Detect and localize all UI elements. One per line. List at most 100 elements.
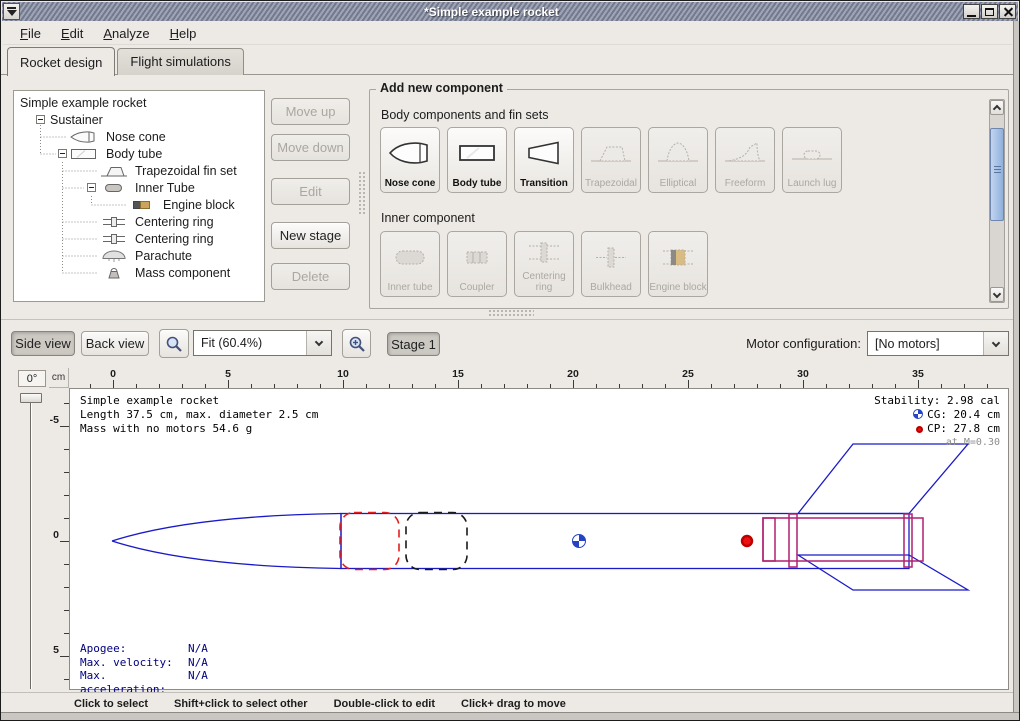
chevron-up-icon xyxy=(993,105,1001,113)
minimize-button[interactable] xyxy=(963,4,980,19)
tree-item-trapezoidal-fin-set[interactable]: Trapezoidal fin set xyxy=(14,163,264,179)
tab-bar: Rocket designFlight simulations xyxy=(7,46,246,75)
menu-edit[interactable]: Edit xyxy=(52,24,92,43)
tree-item-parachute[interactable]: Parachute xyxy=(14,248,264,264)
motor-configuration-label: Motor configuration: xyxy=(701,336,861,351)
component-tree: Simple example rocketSustainer Nose cone B… xyxy=(13,90,265,302)
component-button-label: Inner tube xyxy=(387,282,432,293)
window-frame-bottom xyxy=(1,712,1019,720)
component-button-label: Centering ring xyxy=(515,271,573,293)
component-scrollbar[interactable] xyxy=(989,99,1005,303)
maximize-button[interactable] xyxy=(981,4,998,19)
rotation-indicator: 0° xyxy=(18,370,46,387)
transition-icon xyxy=(521,128,567,178)
tab-flight-simulations[interactable]: Flight simulations xyxy=(117,48,243,75)
add-launch-lug-button[interactable]: Launch lug xyxy=(782,127,842,193)
window-frame-right xyxy=(1013,21,1019,720)
move-up-button[interactable]: Move up xyxy=(271,98,350,125)
back-view-button[interactable]: Back view xyxy=(81,331,149,356)
mach-condition: at M=0.30 xyxy=(874,436,1000,450)
move-down-button[interactable]: Move down xyxy=(271,134,350,161)
rocket-canvas[interactable]: Simple example rocket Length 37.5 cm, ma… xyxy=(69,388,1009,690)
tree-item-engine-block[interactable]: Engine block xyxy=(14,197,264,213)
tree-item-mass-component[interactable]: Mass component xyxy=(14,265,264,281)
add-trapezoidal-button[interactable]: Trapezoidal xyxy=(581,127,641,193)
splitter-grip xyxy=(488,309,534,316)
ruler-unit-label: cm xyxy=(49,368,69,388)
tree-item-label: Trapezoidal fin set xyxy=(135,164,237,178)
add-component-title: Add new component xyxy=(376,81,507,95)
edit-button[interactable]: Edit xyxy=(271,178,350,205)
scroll-down-button[interactable] xyxy=(990,287,1004,302)
add-nose-cone-button[interactable]: Nose cone xyxy=(380,127,440,193)
tree-expander[interactable] xyxy=(36,115,45,124)
tab-rocket-design[interactable]: Rocket design xyxy=(7,47,115,76)
add-engine-block-button[interactable]: Engine block xyxy=(648,231,708,297)
motor-mount-outlines xyxy=(763,514,923,567)
titlebar: *Simple example rocket xyxy=(2,2,1018,21)
parachute-icon xyxy=(100,249,128,266)
menu-file[interactable]: File xyxy=(11,24,50,43)
side-view-button[interactable]: Side view xyxy=(11,331,75,356)
menu-analyze[interactable]: Analyze xyxy=(94,24,158,43)
add-transition-button[interactable]: Transition xyxy=(514,127,574,193)
scrollbar-thumb[interactable] xyxy=(990,128,1004,221)
tree-item-nose-cone[interactable]: Nose cone xyxy=(14,129,264,145)
design-panel: Simple example rocketSustainer Nose cone B… xyxy=(1,74,1020,319)
minimize-icon xyxy=(967,15,976,17)
tree-item-inner-tube[interactable]: Inner Tube xyxy=(14,180,264,196)
rotation-slider-handle[interactable] xyxy=(20,393,42,403)
motor-configuration-select[interactable]: [No motors] xyxy=(867,331,1009,356)
tree-item-centering-ring[interactable]: Centering ring xyxy=(14,231,264,247)
stage-1-toggle[interactable]: Stage 1 xyxy=(387,332,440,356)
component-button-label: Freeform xyxy=(725,178,766,189)
tree-expander[interactable] xyxy=(58,149,67,158)
cg-icon xyxy=(913,409,923,419)
tree-item-label: Centering ring xyxy=(135,215,214,229)
add-freeform-button[interactable]: Freeform xyxy=(715,127,775,193)
add-body-tube-button[interactable]: Body tube xyxy=(447,127,507,193)
zoom-out-button[interactable] xyxy=(159,329,189,358)
scroll-up-button[interactable] xyxy=(990,100,1004,115)
new-stage-button[interactable]: New stage xyxy=(271,222,350,249)
status-hint: Shift+click to select other xyxy=(174,698,308,710)
zoom-in-button[interactable] xyxy=(342,329,371,358)
flight-data-readout: Apogee:N/AMax. velocity:N/AMax. accelera… xyxy=(80,642,208,696)
vertical-splitter-grip[interactable] xyxy=(358,171,365,215)
body-tube-icon xyxy=(70,147,98,164)
panel-splitter[interactable] xyxy=(1,306,1020,319)
add-coupler-button[interactable]: Coupler xyxy=(447,231,507,297)
cg-marker xyxy=(573,535,586,548)
vertical-ruler: -505 xyxy=(49,388,69,690)
maximize-icon xyxy=(985,8,994,16)
tree-item-label: Nose cone xyxy=(106,130,166,144)
add-inner-tube-button[interactable]: Inner tube xyxy=(380,231,440,297)
tree-item-simple-example-rocket[interactable]: Simple example rocket xyxy=(14,95,264,111)
add-bulkhead-button[interactable]: Bulkhead xyxy=(581,231,641,297)
tree-item-body-tube[interactable]: Body tube xyxy=(14,146,264,162)
component-button-label: Engine block xyxy=(649,282,706,293)
component-button-label: Nose cone xyxy=(385,178,436,189)
chevron-down-icon xyxy=(983,332,1008,355)
add-component-panel: Add new component Body components and fi… xyxy=(369,89,1009,309)
fin-trapezoid-icon xyxy=(588,128,634,178)
window-menu-button[interactable] xyxy=(3,3,20,20)
zoom-level-select[interactable]: Fit (60.4%) xyxy=(193,330,332,356)
component-button-label: Coupler xyxy=(459,282,494,293)
close-button[interactable] xyxy=(999,4,1016,19)
tree-item-centering-ring[interactable]: Centering ring xyxy=(14,214,264,230)
component-button-label: Bulkhead xyxy=(590,282,632,293)
menu-help[interactable]: Help xyxy=(161,24,206,43)
tree-item-sustainer[interactable]: Sustainer xyxy=(14,112,264,128)
centering-ring-icon xyxy=(100,232,128,249)
delete-button[interactable]: Delete xyxy=(271,263,350,290)
body-tube-icon xyxy=(454,128,500,178)
add-elliptical-button[interactable]: Elliptical xyxy=(648,127,708,193)
tree-item-label: Body tube xyxy=(106,147,162,161)
inner-tube-icon xyxy=(100,181,128,198)
rotation-slider-track[interactable] xyxy=(30,402,32,689)
engine-block-icon xyxy=(128,198,156,215)
add-centering-ring-button[interactable]: Centering ring xyxy=(514,231,574,297)
tree-expander[interactable] xyxy=(87,183,96,192)
inner-tube-icon xyxy=(387,232,433,282)
